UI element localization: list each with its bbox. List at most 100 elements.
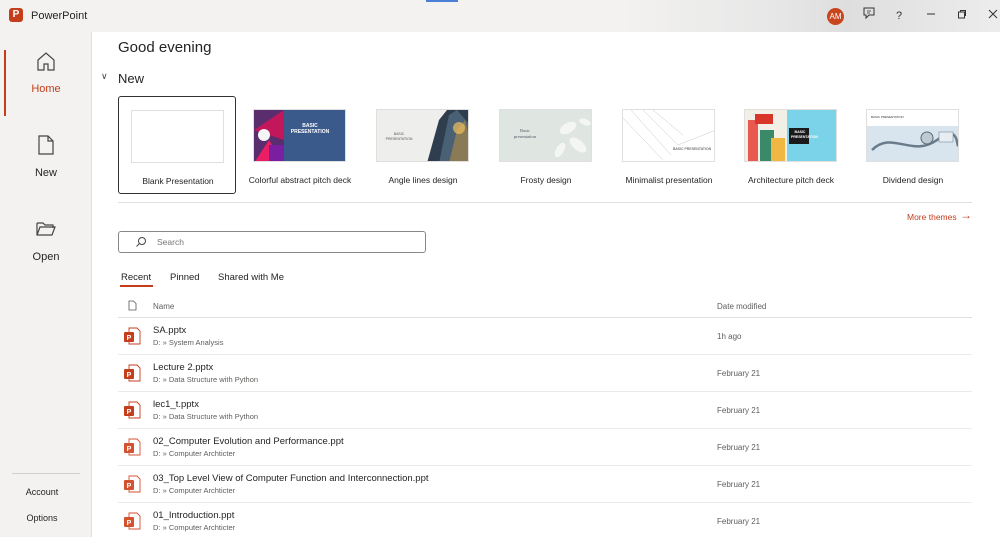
template-label: Angle lines design xyxy=(388,175,458,185)
new-section-title: New xyxy=(118,71,145,86)
template-angle-lines[interactable]: BASIC PRESENTATION Angle lines design xyxy=(364,96,482,194)
thumb-text: BASIC PRESENTATION xyxy=(290,123,330,135)
file-name: SA.pptx xyxy=(153,325,187,336)
tab-recent[interactable]: Recent xyxy=(121,272,151,283)
file-path: D: » System Analysis xyxy=(153,338,224,347)
template-label: Frosty design xyxy=(520,175,572,185)
section-divider xyxy=(118,202,972,203)
template-label: Minimalist presentation xyxy=(625,175,713,185)
template-thumbnail: BASIC PRESENTATION xyxy=(866,109,959,162)
file-name: 03_Top Level View of Computer Function a… xyxy=(153,473,429,484)
file-row[interactable]: Plec1_t.pptx D: » Data Structure with Pyt… xyxy=(118,392,972,429)
template-frosty[interactable]: Basic presentation Frosty design xyxy=(487,96,605,194)
tab-pinned[interactable]: Pinned xyxy=(170,272,200,283)
sidebar-divider xyxy=(12,473,80,474)
column-header-name[interactable]: Name xyxy=(153,302,174,311)
file-name: 01_Introduction.ppt xyxy=(153,510,235,521)
file-name: 02_Computer Evolution and Performance.pp… xyxy=(153,436,344,447)
file-date: 1h ago xyxy=(717,332,742,341)
thumb-text: BASIC PRESENTATION xyxy=(385,132,413,141)
search-input[interactable] xyxy=(157,235,417,249)
file-row[interactable]: P 02_Computer Evolution and Performance.p… xyxy=(118,429,972,466)
svg-text:P: P xyxy=(127,483,132,490)
options-link[interactable]: Options xyxy=(0,513,84,523)
account-link[interactable]: Account xyxy=(0,487,84,497)
template-dividend[interactable]: BASIC PRESENTATION Dividend design xyxy=(854,96,972,194)
sidebar-item-home[interactable]: Home xyxy=(0,42,92,116)
file-row[interactable]: P SA.pptx D: » System Analysis 1h ago xyxy=(118,318,972,355)
ppt-file-icon: P xyxy=(124,475,141,493)
thumb-text: BASIC PRESENTATION xyxy=(791,130,818,139)
feedback-icon[interactable] xyxy=(859,6,879,26)
chevron-down-icon[interactable]: ∨ xyxy=(101,71,108,82)
minimize-icon[interactable] xyxy=(921,6,941,26)
close-icon[interactable] xyxy=(983,6,1000,26)
file-row[interactable]: P 01_Introduction.ppt D: » Computer Archti… xyxy=(118,503,972,537)
more-themes-link[interactable]: More themes xyxy=(907,212,957,222)
page-title: Good evening xyxy=(118,39,212,56)
template-label: Colorful abstract pitch deck xyxy=(248,175,352,185)
svg-text:P: P xyxy=(127,409,132,416)
template-thumbnail: BASIC PRESENTATION xyxy=(253,109,346,162)
svg-text:P: P xyxy=(127,446,132,453)
title-bar-decoration xyxy=(620,0,1000,32)
new-document-icon xyxy=(38,135,54,155)
file-row[interactable]: P Lecture 2.pptx D: » Data Structure with … xyxy=(118,355,972,392)
sidebar: Home New Open Account Options xyxy=(0,32,92,537)
file-date: February 21 xyxy=(717,480,761,489)
file-date: February 21 xyxy=(717,517,761,526)
search-box[interactable] xyxy=(118,231,426,253)
file-date: February 21 xyxy=(717,369,761,378)
arrow-right-icon[interactable]: → xyxy=(960,208,972,222)
sidebar-item-new[interactable]: New xyxy=(0,126,92,200)
file-name: lec1_t.pptx xyxy=(153,399,199,410)
column-header-date[interactable]: Date modified xyxy=(717,302,766,311)
ppt-file-icon: P xyxy=(124,512,141,530)
file-path: D: » Computer Archticter xyxy=(153,449,236,458)
template-thumbnail: BASIC PRESENTATION xyxy=(744,109,837,162)
pptx-file-icon: P xyxy=(124,401,141,419)
tab-shared[interactable]: Shared with Me xyxy=(218,272,284,283)
app-title: PowerPoint xyxy=(31,10,88,22)
template-thumbnail: BASIC PRESENTATION xyxy=(376,109,469,162)
thumb-text: Basic presentation xyxy=(514,128,536,139)
template-thumbnail: Basic presentation xyxy=(499,109,592,162)
template-thumbnail: BASIC PRESENTATION xyxy=(622,109,715,162)
tab-underline xyxy=(120,285,153,287)
file-path: D: » Computer Archticter xyxy=(153,523,236,532)
folder-open-icon xyxy=(36,222,56,236)
template-thumbnail xyxy=(131,110,224,163)
file-date: February 21 xyxy=(717,443,761,452)
file-type-icon xyxy=(128,300,137,311)
title-bar: P PowerPoint AM ? xyxy=(0,0,1000,32)
top-accent-bar xyxy=(426,0,458,2)
file-path: D: » Data Structure with Python xyxy=(153,375,259,384)
template-minimalist[interactable]: BASIC PRESENTATION Minimalist presentati… xyxy=(610,96,728,194)
template-label: Blank Presentation xyxy=(142,176,214,186)
file-path: D: » Data Structure with Python xyxy=(153,412,259,421)
svg-text:P: P xyxy=(127,520,132,527)
search-icon xyxy=(136,237,146,247)
thumb-text: BASIC PRESENTATION xyxy=(871,115,904,119)
thumb-text: BASIC PRESENTATION xyxy=(673,147,712,151)
template-architecture[interactable]: BASIC PRESENTATION Architecture pitch de… xyxy=(732,96,850,194)
file-date: February 21 xyxy=(717,406,761,415)
restore-icon[interactable] xyxy=(952,6,972,26)
avatar[interactable]: AM xyxy=(827,8,844,25)
sidebar-item-open[interactable]: Open xyxy=(0,210,92,284)
template-blank[interactable]: Blank Presentation xyxy=(118,96,236,194)
sidebar-item-label: Home xyxy=(31,83,61,95)
file-row[interactable]: P 03_Top Level View of Computer Function … xyxy=(118,466,972,503)
file-name: Lecture 2.pptx xyxy=(153,362,214,373)
ppt-file-icon: P xyxy=(124,438,141,456)
template-label: Dividend design xyxy=(882,175,944,185)
sidebar-item-label: New xyxy=(34,167,57,179)
pptx-file-icon: P xyxy=(124,327,141,345)
pptx-file-icon: P xyxy=(124,364,141,382)
sidebar-item-label: Open xyxy=(32,251,60,263)
help-icon[interactable]: ? xyxy=(889,6,909,26)
template-colorful-abstract[interactable]: BASIC PRESENTATION Colorful abstract pit… xyxy=(241,96,359,194)
file-path: D: » Computer Archticter xyxy=(153,486,236,495)
powerpoint-logo-icon: P xyxy=(9,8,23,22)
svg-text:P: P xyxy=(127,372,132,379)
